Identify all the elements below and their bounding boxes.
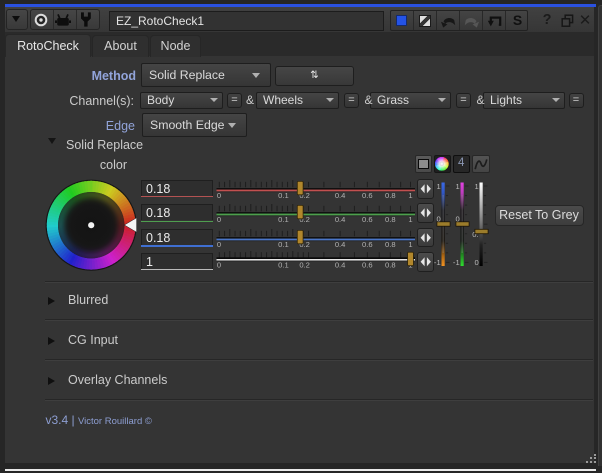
svg-text:0.6: 0.6 — [362, 260, 373, 269]
svg-text:0.8: 0.8 — [385, 260, 396, 269]
svg-text:0.6: 0.6 — [362, 215, 373, 224]
svg-text:0.4: 0.4 — [335, 215, 346, 224]
svg-text:1: 1 — [408, 215, 412, 224]
svg-text:0: 0 — [217, 215, 221, 224]
svg-text:0.4: 0.4 — [335, 191, 346, 200]
svg-text:0: 0 — [474, 258, 478, 267]
svg-text:1: 1 — [408, 191, 412, 200]
svg-text:1: 1 — [474, 182, 478, 191]
svg-text:0.8: 0.8 — [385, 191, 396, 200]
svg-text:0.2: 0.2 — [299, 260, 310, 269]
svg-text:0.1: 0.1 — [278, 239, 289, 248]
svg-text:0.6: 0.6 — [362, 239, 373, 248]
svg-text:0: 0 — [217, 260, 221, 269]
svg-text:-1: -1 — [453, 258, 460, 267]
svg-text:0.1: 0.1 — [278, 191, 289, 200]
svg-text:1: 1 — [436, 182, 440, 191]
svg-text:0.4: 0.4 — [335, 260, 346, 269]
svg-text:0: 0 — [217, 191, 221, 200]
svg-text:0.6: 0.6 — [362, 191, 373, 200]
svg-text:0.4: 0.4 — [335, 239, 346, 248]
svg-text:0: 0 — [217, 239, 221, 248]
svg-text:1: 1 — [408, 239, 412, 248]
svg-text:0.8: 0.8 — [385, 239, 396, 248]
svg-text:0.1: 0.1 — [278, 215, 289, 224]
svg-text:-1: -1 — [434, 258, 441, 267]
svg-text:0.1: 0.1 — [278, 260, 289, 269]
svg-text:1: 1 — [455, 182, 459, 191]
svg-text:0.8: 0.8 — [385, 215, 396, 224]
